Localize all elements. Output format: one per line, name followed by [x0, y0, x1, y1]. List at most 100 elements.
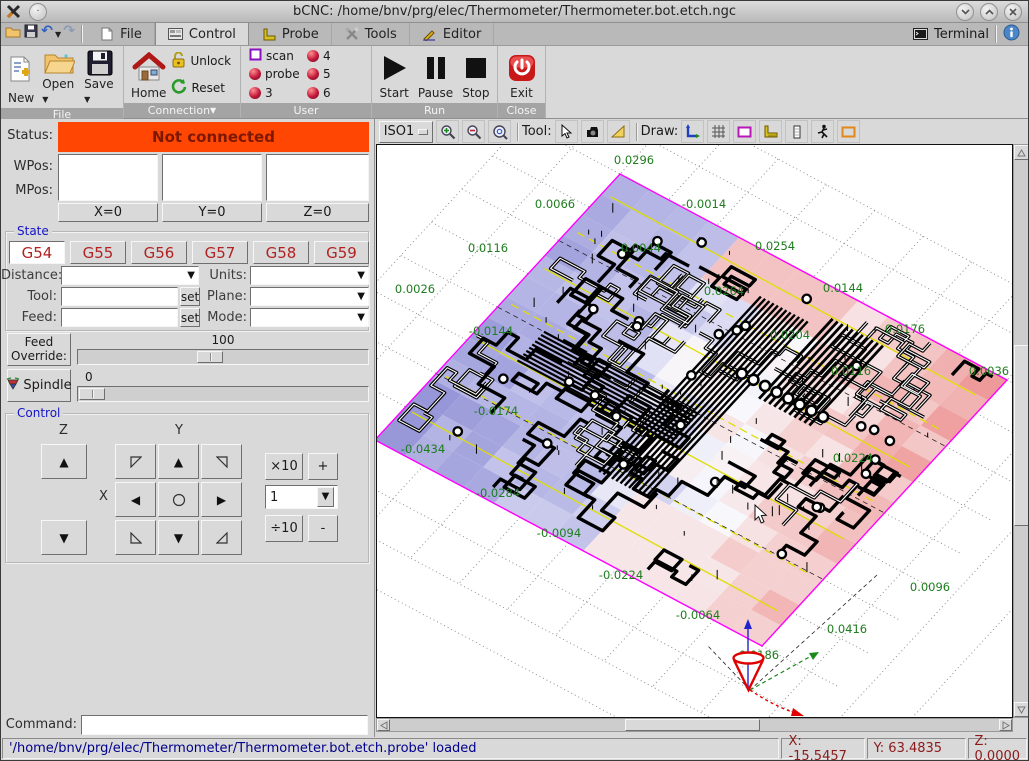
titlebar[interactable]: bCNC: /home/bnv/prg/elec/Thermometer/The… [1, 1, 1028, 23]
gcode-g59-button[interactable]: G59 [314, 241, 369, 264]
zoom-fit-icon[interactable] [488, 120, 511, 143]
undo-icon[interactable]: ↶ [39, 23, 55, 39]
feed-override-slider[interactable] [77, 349, 369, 365]
step-dropdown-icon[interactable]: ▼ [317, 487, 334, 507]
feed-override-slider-handle[interactable] [197, 351, 223, 363]
new-button[interactable]: New [5, 48, 37, 106]
exit-button[interactable]: Exit [504, 48, 540, 101]
terminal-label[interactable]: Terminal [934, 27, 989, 42]
window-title: bCNC: /home/bnv/prg/elec/Thermometer/The… [1, 4, 1028, 19]
jog-y-up-button[interactable]: ▲ [158, 444, 199, 479]
ribbon-group-label-connection[interactable]: Connection ▼ [124, 103, 240, 118]
z-axis-label: Z [59, 423, 68, 438]
jog-xy-downleft-button[interactable] [115, 520, 156, 555]
step-combobox[interactable]: 1 ▼ [265, 485, 338, 509]
stop-button[interactable]: Stop [459, 48, 492, 101]
zero-x-button[interactable]: X=0 [58, 203, 158, 222]
canvas-vscrollbar[interactable] [1013, 144, 1029, 718]
spindle-slider[interactable] [77, 386, 369, 402]
scroll-down-icon[interactable] [1014, 702, 1029, 717]
jog-z-up-button[interactable]: ▲ [41, 444, 87, 479]
feed-override-button[interactable]: Feed Override: [7, 333, 71, 366]
scroll-right-icon[interactable] [999, 719, 1012, 731]
home-button[interactable]: Home [128, 48, 169, 101]
jog-xy-upright-button[interactable] [201, 444, 242, 479]
draw-grid-icon[interactable] [707, 120, 730, 143]
jog-x-plus-button[interactable]: ▶ [201, 482, 242, 517]
tab-probe[interactable]: Probe [249, 23, 332, 45]
hscroll-thumb[interactable] [625, 719, 760, 731]
vscroll-thumb[interactable] [1014, 345, 1029, 526]
user-button-scan[interactable]: scan [249, 48, 305, 64]
step-minus-button[interactable]: - [308, 515, 338, 542]
step-div10-button[interactable]: ÷10 [265, 515, 303, 542]
scroll-up-icon[interactable] [1014, 145, 1029, 160]
feed-set-button[interactable]: set [180, 308, 200, 327]
canvas-hscrollbar[interactable] [376, 718, 1013, 732]
draw-axes-icon[interactable] [681, 120, 704, 143]
user-button-3[interactable]: 3 [249, 85, 305, 101]
gcode-g56-button[interactable]: G56 [131, 241, 187, 264]
wpos-z-cell[interactable] [266, 154, 369, 201]
draw-workarea-icon[interactable] [785, 120, 808, 143]
tab-control[interactable]: Control [155, 23, 249, 45]
user-button-4[interactable]: 4 [307, 48, 363, 64]
step-mul10-button[interactable]: ×10 [265, 453, 303, 480]
tab-file[interactable]: File [87, 23, 155, 45]
view-select[interactable]: ISO1 [379, 121, 433, 143]
save-icon[interactable] [23, 23, 39, 39]
spindle-button[interactable]: Spindle [7, 369, 71, 402]
tab-editor[interactable]: Editor [410, 23, 494, 45]
wpos-x-cell[interactable] [58, 154, 158, 201]
save-button[interactable]: Save ▼ [81, 48, 119, 106]
zoom-out-icon[interactable] [462, 120, 485, 143]
select-tool-icon[interactable] [555, 120, 578, 143]
jog-xy-downright-button[interactable] [201, 520, 242, 555]
jog-origin-button[interactable] [158, 482, 199, 517]
mode-combobox[interactable]: ▼ [250, 308, 369, 327]
gcode-g54-button[interactable]: G54 [9, 241, 65, 264]
units-combobox[interactable]: ▼ [250, 266, 369, 285]
canvas-area[interactable]: 0.0296-0.00140.02540.01440.01760.00360.0… [376, 144, 1013, 718]
user-button-probe[interactable]: probe [249, 66, 305, 82]
plane-combobox[interactable]: ▼ [250, 287, 369, 306]
scroll-left-icon[interactable] [377, 719, 390, 731]
draw-paths-icon[interactable] [811, 120, 834, 143]
gcode-g55-button[interactable]: G55 [70, 241, 126, 264]
info-icon[interactable] [1003, 24, 1020, 45]
start-button[interactable]: Start [377, 48, 412, 101]
unlock-button[interactable]: Unlock [171, 52, 231, 71]
tool-set-button[interactable]: set [180, 287, 200, 306]
step-plus-button[interactable]: + [308, 453, 338, 480]
redo-icon[interactable]: ↷ [61, 23, 77, 39]
ruler-tool-icon[interactable] [607, 120, 630, 143]
gcode-g58-button[interactable]: G58 [253, 241, 309, 264]
zero-z-button[interactable]: Z=0 [266, 203, 369, 222]
command-input[interactable] [81, 715, 368, 735]
draw-camera-icon[interactable] [837, 120, 860, 143]
draw-margins-icon[interactable] [733, 120, 756, 143]
tool-entry[interactable] [61, 287, 178, 306]
statusbar-message: '/home/bnv/prg/elec/Thermometer/Thermome… [2, 738, 779, 759]
jog-xy-upleft-button[interactable] [115, 444, 156, 479]
draw-ruler-icon[interactable] [759, 120, 782, 143]
open-button[interactable]: Open ▼ [39, 48, 79, 106]
user-button-6[interactable]: 6 [307, 85, 363, 101]
zoom-in-icon[interactable] [436, 120, 459, 143]
spindle-slider-handle[interactable] [79, 388, 105, 400]
feed-entry[interactable] [61, 308, 178, 327]
pause-button[interactable]: Pause [415, 48, 456, 101]
wpos-y-cell[interactable] [162, 154, 262, 201]
user-button-5[interactable]: 5 [307, 66, 363, 82]
pan-tool-icon[interactable] [581, 120, 604, 143]
gcode-g57-button[interactable]: G57 [192, 241, 248, 264]
reset-button[interactable]: Reset [171, 78, 231, 97]
probe-value-label: 0.0416 [827, 622, 867, 636]
zero-y-button[interactable]: Y=0 [162, 203, 262, 222]
jog-z-down-button[interactable]: ▼ [41, 520, 87, 555]
open-icon[interactable] [5, 23, 21, 39]
tab-tools[interactable]: Tools [332, 23, 410, 45]
distance-combobox[interactable]: ▼ [61, 266, 199, 285]
jog-y-down-button[interactable]: ▼ [158, 520, 199, 555]
jog-x-minus-button[interactable]: ◀ [115, 482, 156, 517]
